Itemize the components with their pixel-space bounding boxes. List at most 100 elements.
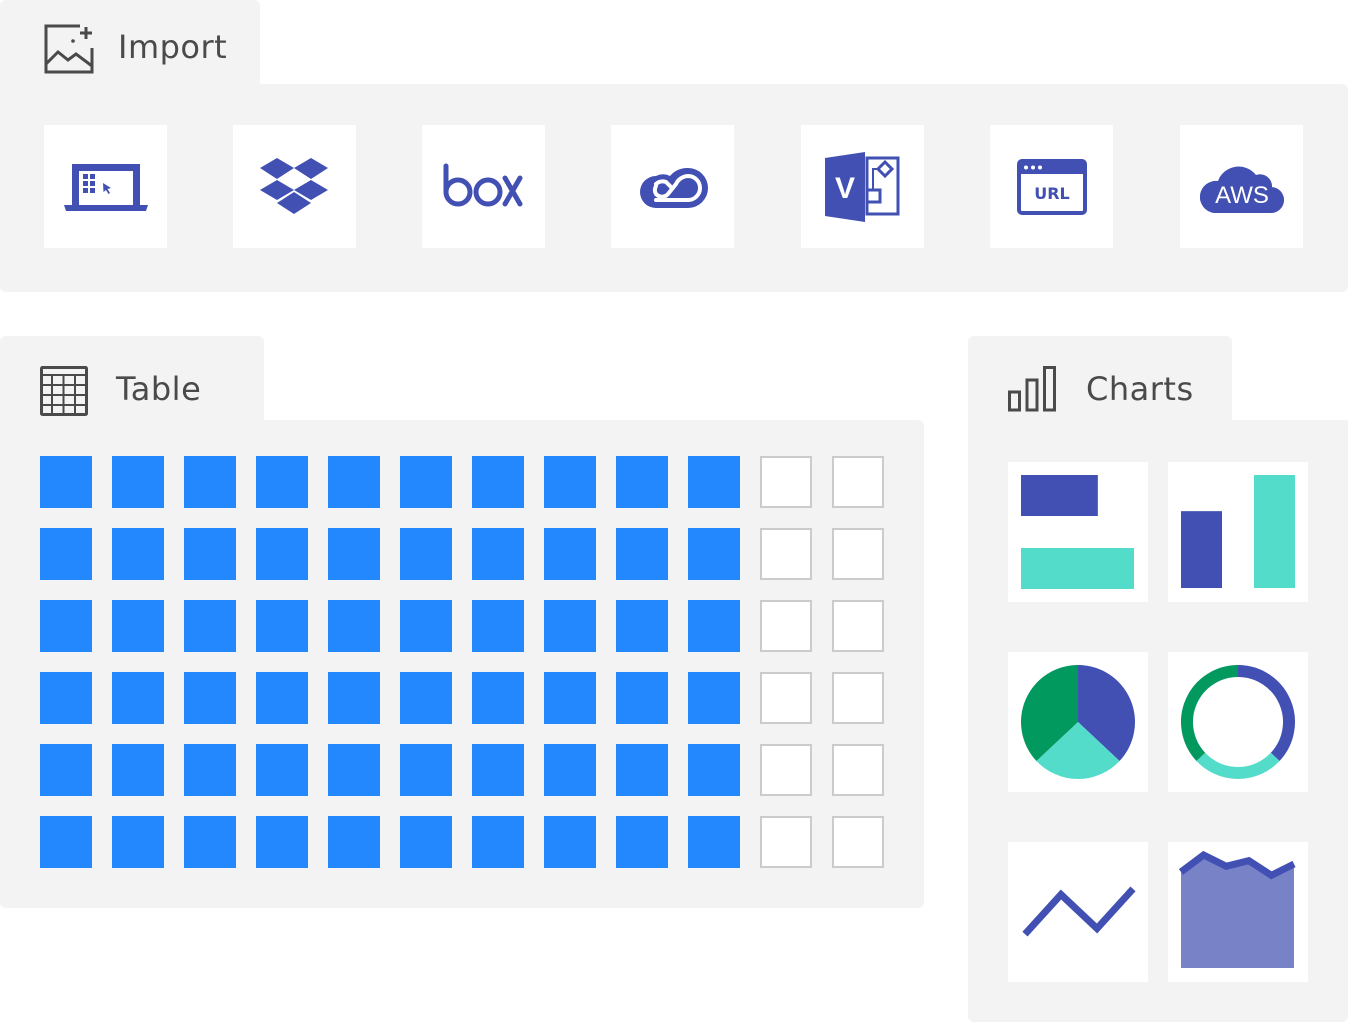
donut-segment-teal <box>1196 752 1280 779</box>
box-logo-icon <box>443 163 522 206</box>
table-cell-filled[interactable] <box>328 816 380 868</box>
table-cell-filled[interactable] <box>40 600 92 652</box>
table-cell-empty[interactable] <box>760 816 812 868</box>
table-cell-filled[interactable] <box>184 816 236 868</box>
table-cell-filled[interactable] <box>472 528 524 580</box>
table-cell-filled[interactable] <box>688 744 740 796</box>
table-cell-filled[interactable] <box>256 456 308 508</box>
svg-text:AWS: AWS <box>1215 182 1269 209</box>
table-cell-filled[interactable] <box>328 600 380 652</box>
image-add-icon <box>44 24 94 78</box>
table-cell-empty[interactable] <box>832 456 884 508</box>
table-cell-empty[interactable] <box>832 528 884 580</box>
table-cell-filled[interactable] <box>616 744 668 796</box>
dropbox-icon <box>259 157 328 214</box>
table-cell-filled[interactable] <box>256 528 308 580</box>
table-cell-filled[interactable] <box>400 816 452 868</box>
table-cell-filled[interactable] <box>328 456 380 508</box>
table-cell-filled[interactable] <box>400 528 452 580</box>
svg-text:V: V <box>835 172 855 205</box>
chart-type-vertical-bar[interactable] <box>1168 462 1308 602</box>
table-cell-filled[interactable] <box>472 816 524 868</box>
table-cell-filled[interactable] <box>544 744 596 796</box>
table-cell-filled[interactable] <box>544 528 596 580</box>
table-cell-filled[interactable] <box>544 816 596 868</box>
table-cell-filled[interactable] <box>616 672 668 724</box>
table-cell-filled[interactable] <box>544 456 596 508</box>
table-cell-filled[interactable] <box>112 528 164 580</box>
table-cell-filled[interactable] <box>616 816 668 868</box>
table-cell-filled[interactable] <box>472 672 524 724</box>
table-cell-filled[interactable] <box>328 672 380 724</box>
table-cell-empty[interactable] <box>832 600 884 652</box>
table-cell-filled[interactable] <box>184 528 236 580</box>
table-cell-filled[interactable] <box>112 672 164 724</box>
table-cell-filled[interactable] <box>112 744 164 796</box>
chart-type-horizontal-bar[interactable] <box>1008 462 1148 602</box>
chart-type-area[interactable] <box>1168 842 1308 982</box>
table-cell-empty[interactable] <box>832 744 884 796</box>
creative-cloud-icon <box>639 167 708 208</box>
import-source-dropbox[interactable] <box>233 125 356 248</box>
table-cell-filled[interactable] <box>112 456 164 508</box>
table-cell-filled[interactable] <box>256 600 308 652</box>
import-source-visio[interactable]: V <box>801 125 924 248</box>
import-source-aws[interactable]: AWS <box>1180 125 1303 248</box>
donut-segment-indigo <box>1237 665 1295 762</box>
bar-indigo <box>1181 511 1222 588</box>
table-cell-filled[interactable] <box>544 600 596 652</box>
bar-teal <box>1021 548 1134 589</box>
bar-chart-icon <box>1008 366 1058 416</box>
table-cell-empty[interactable] <box>832 672 884 724</box>
table-cell-filled[interactable] <box>40 672 92 724</box>
table-cell-filled[interactable] <box>472 456 524 508</box>
table-cell-filled[interactable] <box>328 744 380 796</box>
table-cell-filled[interactable] <box>616 456 668 508</box>
table-cell-filled[interactable] <box>400 672 452 724</box>
import-title: Import <box>118 28 228 66</box>
table-cell-filled[interactable] <box>40 744 92 796</box>
table-cell-filled[interactable] <box>616 600 668 652</box>
table-cell-empty[interactable] <box>760 672 812 724</box>
chart-type-line[interactable] <box>1008 842 1148 982</box>
table-cell-filled[interactable] <box>400 744 452 796</box>
table-cell-filled[interactable] <box>256 816 308 868</box>
import-source-box[interactable] <box>422 125 545 248</box>
table-cell-filled[interactable] <box>688 528 740 580</box>
table-cell-filled[interactable] <box>184 744 236 796</box>
table-cell-filled[interactable] <box>256 744 308 796</box>
table-cell-empty[interactable] <box>760 600 812 652</box>
table-cell-filled[interactable] <box>40 528 92 580</box>
table-cell-filled[interactable] <box>112 816 164 868</box>
table-cell-filled[interactable] <box>400 456 452 508</box>
table-cell-empty[interactable] <box>832 816 884 868</box>
table-cell-filled[interactable] <box>544 672 596 724</box>
table-cell-filled[interactable] <box>616 528 668 580</box>
import-source-url[interactable]: URL <box>990 125 1113 248</box>
laptop-icon <box>63 163 148 211</box>
table-cell-empty[interactable] <box>760 456 812 508</box>
table-cell-filled[interactable] <box>688 816 740 868</box>
import-source-creative-cloud[interactable] <box>611 125 734 248</box>
table-cell-filled[interactable] <box>688 672 740 724</box>
import-source-local-computer[interactable] <box>44 125 167 248</box>
table-cell-filled[interactable] <box>40 456 92 508</box>
chart-type-pie[interactable] <box>1008 652 1148 792</box>
table-cell-filled[interactable] <box>472 600 524 652</box>
table-cell-filled[interactable] <box>40 816 92 868</box>
table-cell-filled[interactable] <box>688 456 740 508</box>
table-cell-filled[interactable] <box>400 600 452 652</box>
table-cell-empty[interactable] <box>760 528 812 580</box>
table-cell-filled[interactable] <box>328 528 380 580</box>
aws-cloud-icon: AWS <box>1199 166 1284 213</box>
table-grid-icon <box>40 366 88 420</box>
table-cell-filled[interactable] <box>472 744 524 796</box>
table-cell-filled[interactable] <box>184 600 236 652</box>
table-cell-empty[interactable] <box>760 744 812 796</box>
chart-type-donut[interactable] <box>1168 652 1308 792</box>
table-cell-filled[interactable] <box>184 456 236 508</box>
table-cell-filled[interactable] <box>112 600 164 652</box>
table-cell-filled[interactable] <box>688 600 740 652</box>
table-cell-filled[interactable] <box>256 672 308 724</box>
table-cell-filled[interactable] <box>184 672 236 724</box>
